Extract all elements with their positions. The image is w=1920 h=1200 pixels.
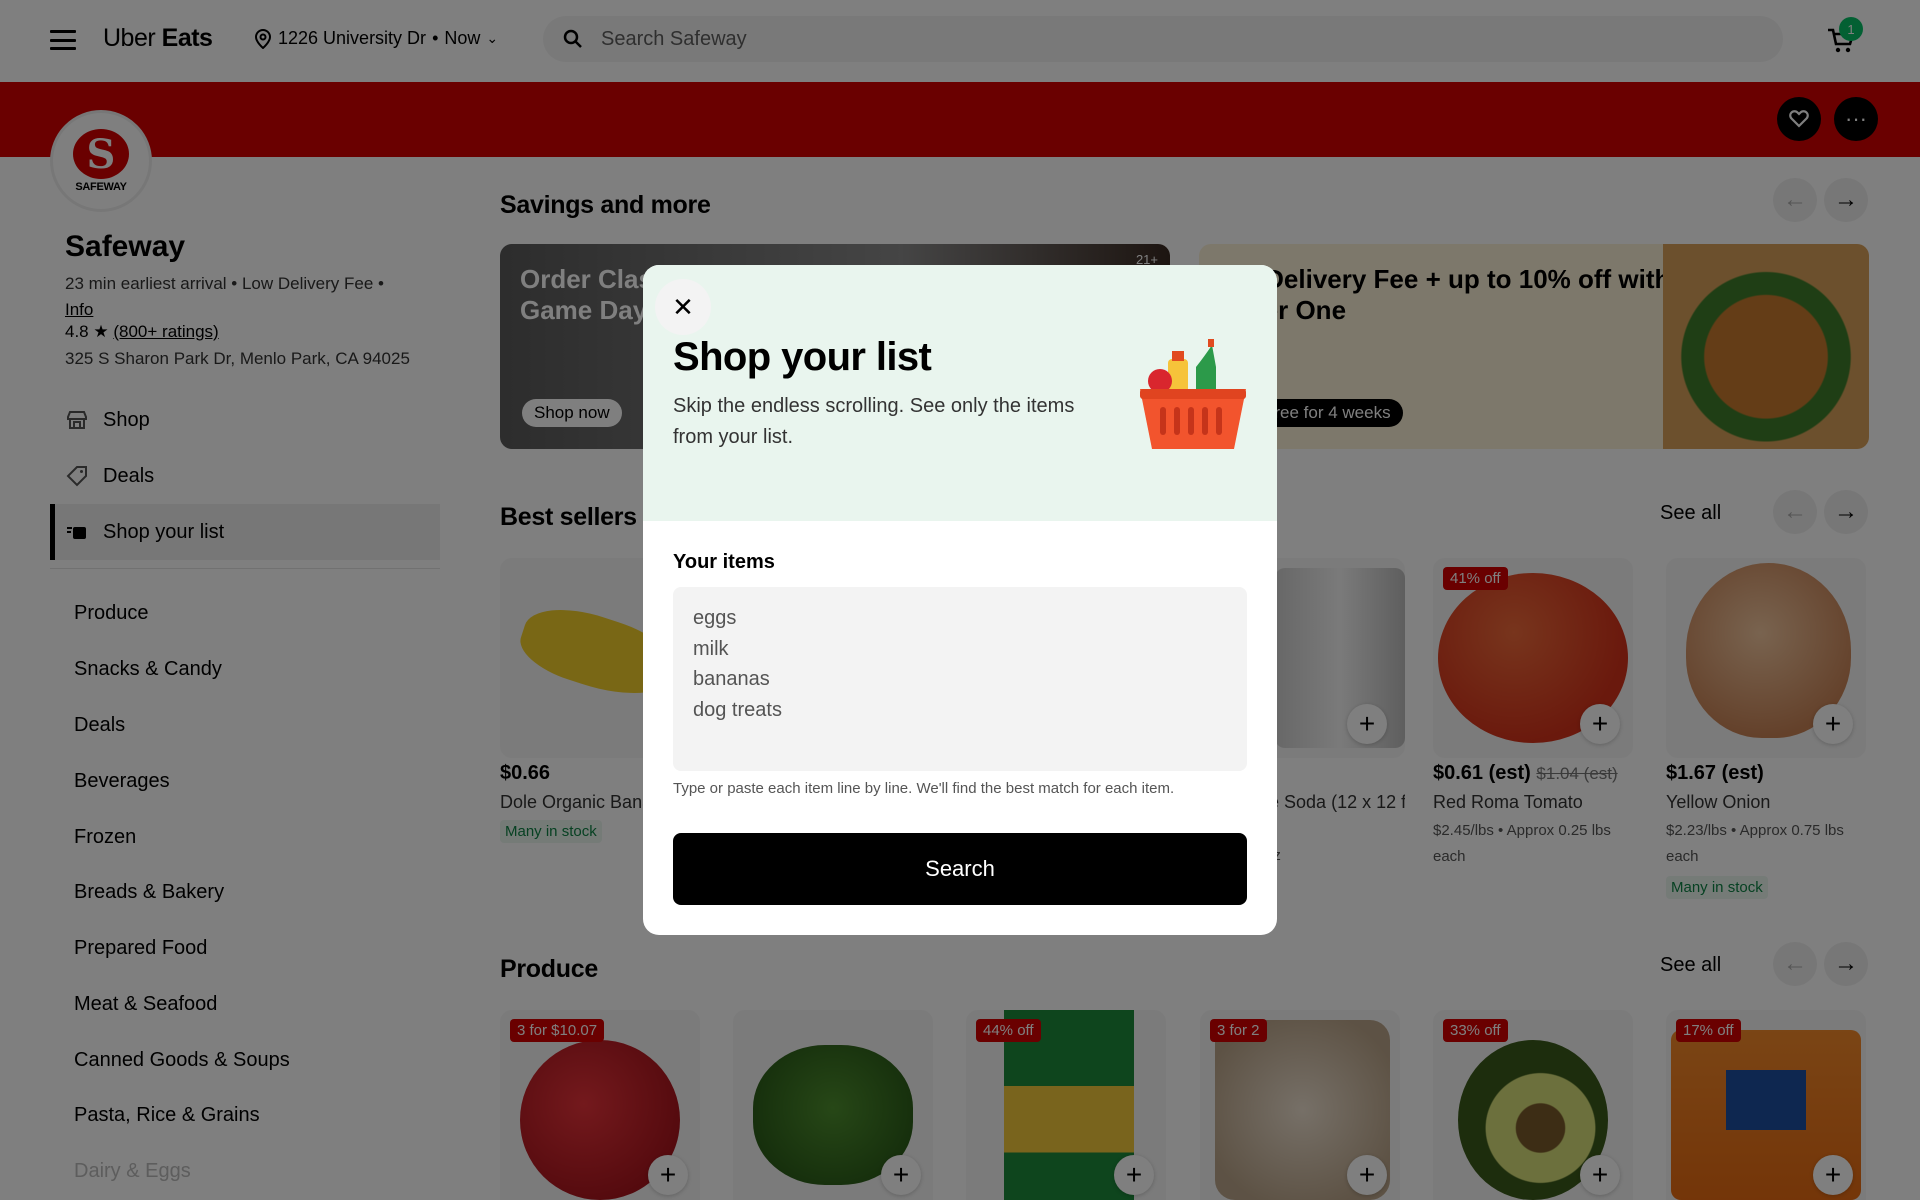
close-button[interactable]: ✕ xyxy=(655,279,711,335)
modal-title: Shop your list xyxy=(673,335,932,379)
items-hint: Type or paste each item line by line. We… xyxy=(673,780,1175,797)
shop-your-list-modal: ✕ Shop your list Skip the endless scroll… xyxy=(643,265,1277,935)
modal-subtitle: Skip the endless scrolling. See only the… xyxy=(673,395,1075,448)
close-icon: ✕ xyxy=(672,291,694,322)
your-items-label: Your items xyxy=(673,551,775,573)
grocery-basket-icon xyxy=(1140,339,1246,449)
search-button[interactable]: Search xyxy=(673,833,1247,905)
your-items-textarea[interactable]: eggs milk bananas dog treats xyxy=(673,587,1247,771)
